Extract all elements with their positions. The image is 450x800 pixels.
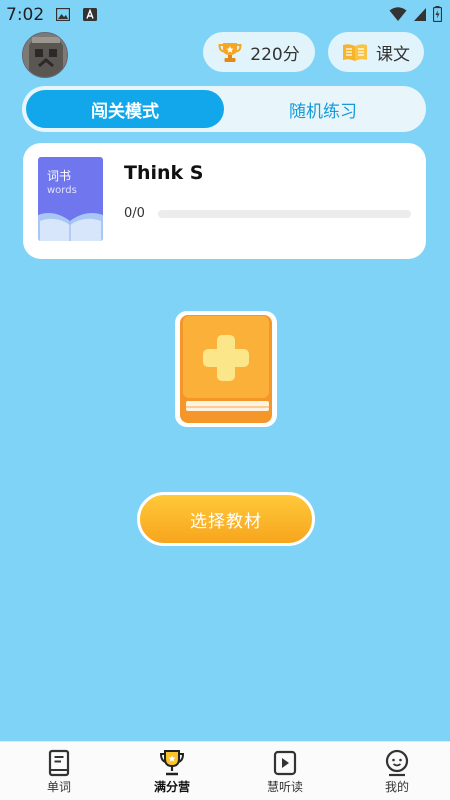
book-icon — [48, 749, 70, 777]
score-value: 220分 — [250, 44, 300, 65]
system-icons — [389, 6, 442, 22]
tab-level-mode[interactable]: 闯关模式 — [26, 90, 224, 128]
nav-label-mine: 我的 — [384, 780, 409, 794]
trophy-icon — [159, 750, 185, 776]
book-cover: 词书 words — [38, 157, 103, 241]
progress-bar — [158, 210, 411, 218]
status-bar: 7:02 — [0, 0, 450, 30]
nav-label-full-score: 满分营 — [153, 780, 190, 794]
progress-count: 0/0 — [124, 206, 145, 221]
book-title: Think S — [124, 162, 204, 184]
text-label: 课文 — [376, 44, 410, 65]
nav-label-words: 单词 — [46, 780, 71, 794]
open-book-illustration — [38, 213, 103, 241]
avatar-image — [23, 33, 67, 77]
bottom-nav: 单词 满分营 慧听读 我的 — [0, 741, 450, 800]
play-icon — [273, 750, 297, 776]
score-pill[interactable]: 220分 — [203, 32, 315, 72]
nav-item-mine[interactable]: 我的 — [357, 742, 437, 800]
text-button[interactable]: 课文 — [328, 32, 424, 72]
app-notification-icon — [83, 8, 97, 21]
open-book-icon — [343, 44, 367, 61]
image-notification-icon — [56, 8, 70, 21]
battery-icon — [433, 6, 442, 22]
cover-title: 词书 — [47, 169, 72, 183]
nav-item-words[interactable]: 单词 — [19, 742, 99, 800]
nav-label-listen-read: 慧听读 — [266, 780, 303, 794]
mode-tabs: 闯关模式 随机练习 — [22, 86, 426, 132]
avatar[interactable] — [22, 32, 68, 78]
wifi-icon — [389, 6, 407, 21]
select-textbook-button[interactable]: 选择教材 — [137, 492, 315, 546]
nav-item-full-score[interactable]: 满分营 — [132, 742, 212, 800]
trophy-icon — [218, 43, 242, 62]
status-time: 7:02 — [6, 5, 45, 25]
nav-item-listen-read[interactable]: 慧听读 — [245, 742, 325, 800]
book-card[interactable]: 词书 words Think S 0/0 — [23, 143, 426, 259]
cover-subtitle: words — [47, 185, 77, 196]
tab-random-practice[interactable]: 随机练习 — [224, 90, 422, 128]
profile-icon — [385, 749, 409, 777]
add-book-icon[interactable] — [173, 309, 279, 429]
signal-icon — [414, 7, 426, 21]
